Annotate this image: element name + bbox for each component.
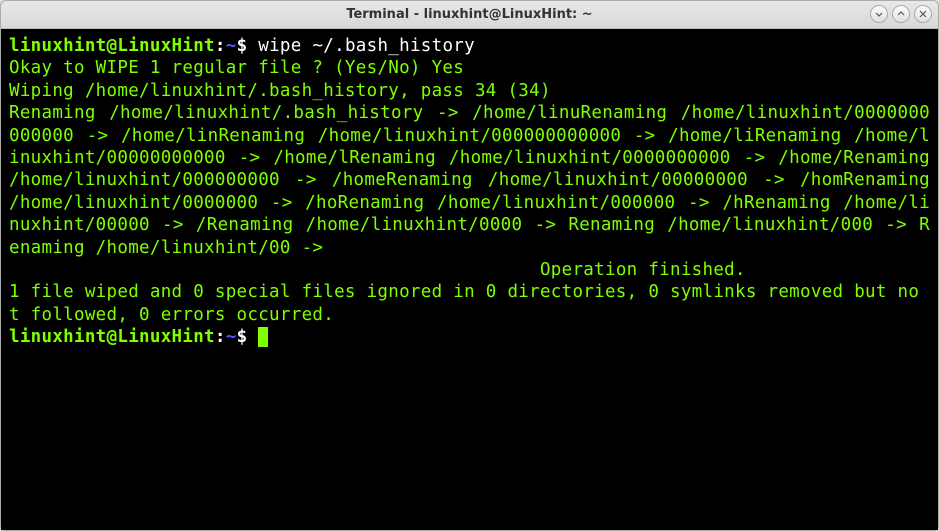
command-text: wipe ~/.bash_history	[247, 36, 475, 56]
window-controls	[870, 5, 932, 23]
maximize-button[interactable]	[892, 5, 910, 23]
titlebar: Terminal - linuxhint@LinuxHint: ~	[1, 1, 938, 29]
prompt-userhost: linuxhint@LinuxHint	[9, 36, 215, 56]
prompt-path: ~	[226, 36, 237, 56]
output-renaming-block: Renaming /home/linuxhint/.bash_history -…	[9, 102, 930, 259]
minimize-icon	[875, 10, 883, 18]
maximize-icon	[897, 10, 905, 18]
minimize-button[interactable]	[870, 5, 888, 23]
close-icon	[919, 10, 927, 18]
output-finished: Operation finished.	[9, 260, 746, 280]
cursor	[258, 327, 268, 347]
prompt-separator-2: :	[215, 327, 226, 347]
prompt-symbol: $	[237, 36, 248, 56]
output-confirm: Okay to WIPE 1 regular file ? (Yes/No) Y…	[9, 58, 464, 78]
terminal-body[interactable]: linuxhint@LinuxHint:~$ wipe ~/.bash_hist…	[1, 29, 938, 530]
prompt-userhost-2: linuxhint@LinuxHint	[9, 327, 215, 347]
prompt-path-2: ~	[226, 327, 237, 347]
terminal-window: Terminal - linuxhint@LinuxHint: ~ linuxh…	[0, 0, 939, 531]
close-button[interactable]	[914, 5, 932, 23]
window-title: Terminal - linuxhint@LinuxHint: ~	[346, 7, 592, 22]
prompt-separator: :	[215, 36, 226, 56]
output-wiping: Wiping /home/linuxhint/.bash_history, pa…	[9, 81, 551, 101]
prompt-symbol-2: $	[237, 327, 248, 347]
output-summary: 1 file wiped and 0 special files ignored…	[9, 282, 919, 324]
